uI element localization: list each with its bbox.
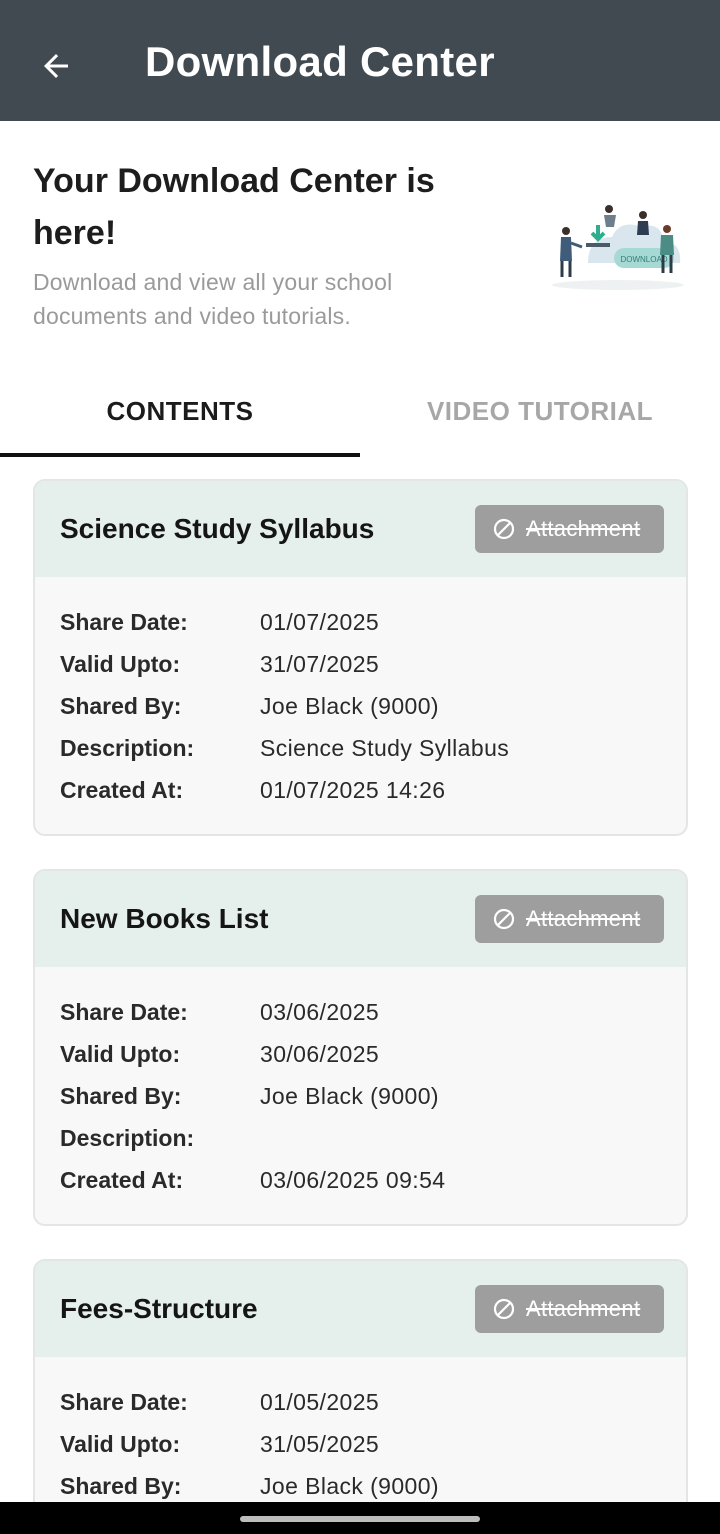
attachment-label: Attachment	[526, 1296, 641, 1321]
created-at-label: Created At:	[60, 1167, 184, 1193]
card-header: New Books List Attachment	[35, 871, 686, 967]
hero-section: Your Download Center is here! Download a…	[0, 121, 720, 361]
valid-upto-value: 31/05/2025	[260, 1431, 380, 1457]
attachment-label: Attachment	[526, 906, 641, 931]
tab-bar: CONTENTS VIDEO TUTORIAL	[0, 368, 720, 458]
card-details: Share Date: 01/05/2025 Valid Upto: 31/05…	[35, 1357, 686, 1509]
app-bar: Download Center	[0, 0, 720, 121]
valid-upto-value: 31/07/2025	[260, 651, 380, 677]
card-title: Science Study Syllabus	[60, 513, 375, 544]
card-details: Share Date: 03/06/2025 Valid Upto: 30/06…	[35, 967, 686, 1203]
created-at-row: Created At: 01/07/2025 14:26	[35, 771, 686, 813]
no-attachment-icon	[493, 908, 515, 930]
share-date-value: 01/05/2025	[260, 1389, 380, 1415]
shared-by-row: Shared By: Joe Black (9000)	[35, 687, 686, 729]
share-date-row: Share Date: 01/07/2025	[35, 603, 686, 645]
attachment-button[interactable]: Attachment	[475, 505, 664, 553]
shared-by-label: Shared By:	[60, 1473, 182, 1499]
description-value: Science Study Syllabus	[260, 735, 510, 761]
valid-upto-row: Valid Upto: 30/06/2025	[35, 1035, 686, 1077]
shared-by-row: Shared By: Joe Black (9000)	[35, 1077, 686, 1119]
no-attachment-icon	[493, 1298, 515, 1320]
share-date-label: Share Date:	[60, 999, 188, 1025]
shared-by-value: Joe Black (9000)	[260, 693, 439, 719]
download-card: Science Study Syllabus Attachment Share …	[33, 479, 688, 836]
valid-upto-value: 30/06/2025	[260, 1041, 380, 1067]
active-tab-indicator	[0, 453, 360, 457]
page-title: Download Center	[145, 38, 495, 85]
created-at-value: 01/07/2025 14:26	[260, 777, 446, 803]
hero-subtitle: Download and view all your school docume…	[33, 269, 393, 329]
back-arrow-icon[interactable]	[34, 44, 78, 88]
illustration-label: DOWNLOAD	[620, 255, 667, 264]
tab-video-tutorial[interactable]: VIDEO TUTORIAL	[360, 368, 720, 454]
description-row: Description: Science Study Syllabus	[35, 729, 686, 771]
download-illustration-icon: DOWNLOAD	[552, 205, 684, 290]
share-date-label: Share Date:	[60, 609, 188, 635]
attachment-button[interactable]: Attachment	[475, 895, 664, 943]
card-header: Science Study Syllabus Attachment	[35, 481, 686, 577]
attachment-label: Attachment	[526, 516, 641, 541]
card-details: Share Date: 01/07/2025 Valid Upto: 31/07…	[35, 577, 686, 813]
valid-upto-label: Valid Upto:	[60, 1431, 181, 1457]
download-card: New Books List Attachment Share Date: 03…	[33, 869, 688, 1226]
created-at-row: Created At: 03/06/2025 09:54	[35, 1161, 686, 1203]
valid-upto-row: Valid Upto: 31/05/2025	[35, 1425, 686, 1467]
download-card: Fees-Structure Attachment Share Date: 01…	[33, 1259, 688, 1519]
shared-by-label: Shared By:	[60, 693, 182, 719]
card-title: New Books List	[60, 903, 269, 934]
valid-upto-row: Valid Upto: 31/07/2025	[35, 645, 686, 687]
system-nav-bar	[0, 1502, 720, 1534]
created-at-value: 03/06/2025 09:54	[260, 1167, 446, 1193]
hero-title: Your Download Center is here!	[33, 162, 435, 252]
card-title: Fees-Structure	[60, 1293, 258, 1324]
description-label: Description:	[60, 1125, 195, 1151]
home-gesture-handle[interactable]	[240, 1516, 480, 1522]
attachment-button[interactable]: Attachment	[475, 1285, 664, 1333]
shared-by-label: Shared By:	[60, 1083, 182, 1109]
tab-contents[interactable]: CONTENTS	[0, 368, 360, 454]
description-row: Description:	[35, 1119, 686, 1161]
description-label: Description:	[60, 735, 195, 761]
card-header: Fees-Structure Attachment	[35, 1261, 686, 1357]
share-date-row: Share Date: 03/06/2025	[35, 993, 686, 1035]
valid-upto-label: Valid Upto:	[60, 1041, 181, 1067]
valid-upto-label: Valid Upto:	[60, 651, 181, 677]
share-date-label: Share Date:	[60, 1389, 188, 1415]
share-date-value: 01/07/2025	[260, 609, 380, 635]
shared-by-value: Joe Black (9000)	[260, 1083, 439, 1109]
share-date-value: 03/06/2025	[260, 999, 380, 1025]
shared-by-value: Joe Black (9000)	[260, 1473, 439, 1499]
created-at-label: Created At:	[60, 777, 184, 803]
share-date-row: Share Date: 01/05/2025	[35, 1383, 686, 1425]
no-attachment-icon	[493, 518, 515, 540]
